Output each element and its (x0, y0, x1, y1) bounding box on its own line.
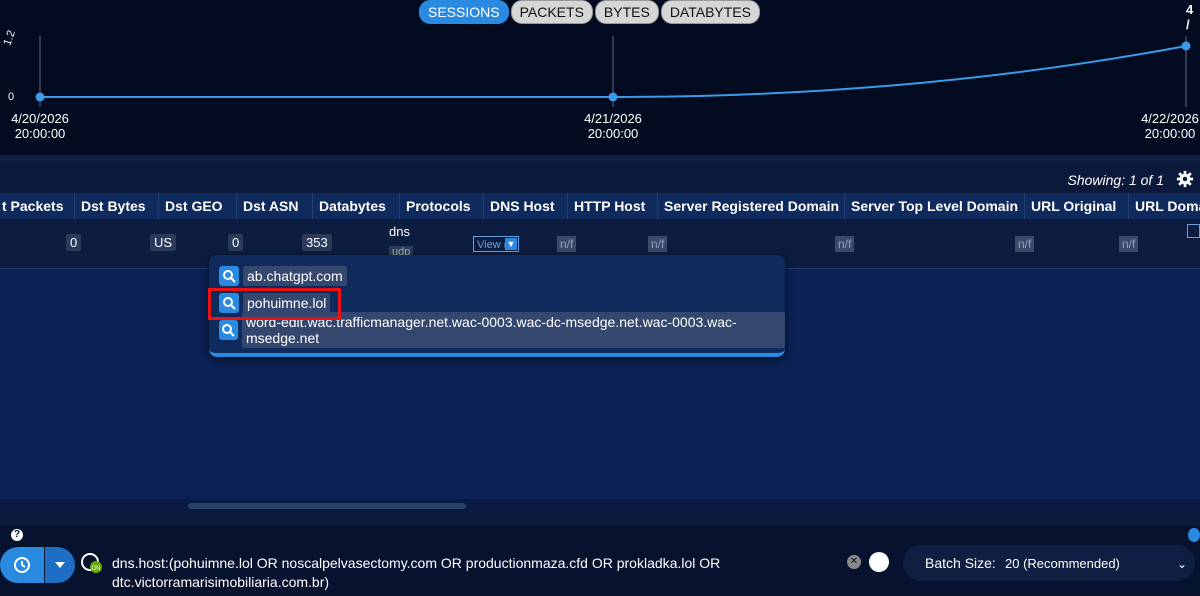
cell-url-original[interactable]: n/f (1119, 236, 1139, 252)
query-status-icon[interactable]: ON (80, 552, 104, 574)
collapse-icon[interactable] (1188, 528, 1200, 542)
batch-size-select[interactable]: Batch Size: 20 (Recommended) ⌄ (903, 545, 1195, 581)
column-dns-host[interactable]: DNS Host (484, 193, 568, 219)
dns-host-view-button[interactable]: View ( ▼ (473, 236, 519, 252)
search-icon[interactable] (219, 266, 239, 286)
cell-databytes[interactable]: 353 (302, 234, 332, 251)
horizontal-scrollbar[interactable] (0, 500, 1200, 514)
column-dst-geo[interactable]: Dst GEO (159, 193, 237, 219)
data-point[interactable] (35, 92, 45, 102)
clear-icon[interactable]: ✕ (847, 555, 861, 569)
x-tick-time: 20:00:00 (587, 126, 639, 141)
chevron-down-icon (55, 562, 65, 568)
search-icon[interactable] (219, 320, 238, 340)
batch-size-value[interactable]: 20 (Recommended) (1005, 556, 1120, 571)
column-dst-bytes[interactable]: Dst Bytes (75, 193, 159, 219)
x-tick-date: 4/20/2026 (11, 111, 69, 126)
history-icon (14, 557, 30, 573)
cell-dst-asn[interactable]: 0 (228, 234, 244, 251)
gear-icon[interactable] (1176, 170, 1194, 188)
x-tick-label: 4/20/2026 20:00:00 (0, 111, 80, 141)
column-server-registered-domain[interactable]: Server Registered Domain (658, 193, 845, 219)
divider (0, 155, 1200, 163)
cell-server-registered-domain[interactable]: n/f (835, 236, 855, 252)
sessions-chart: SESSIONS PACKETS BYTES DATABYTES 4 / 1.2… (0, 0, 1200, 155)
history-button[interactable] (0, 547, 44, 583)
cell-http-host[interactable]: n/f (648, 236, 668, 252)
chevron-down-icon: ⌄ (1176, 557, 1187, 571)
cell-server-top-level-domain[interactable]: n/f (1015, 236, 1035, 252)
column-url-original[interactable]: URL Original (1025, 193, 1129, 219)
search-input[interactable]: dns.host:(pohuimne.lol OR noscalpelvasec… (112, 554, 732, 592)
data-point[interactable] (608, 92, 618, 102)
cell-dst-geo[interactable]: US (150, 234, 177, 251)
column-http-host[interactable]: HTTP Host (568, 193, 658, 219)
showing-count: Showing: 1 of 1 (1067, 172, 1164, 188)
column-dst-asn[interactable]: Dst ASN (237, 193, 313, 219)
help-icon[interactable]: ? (11, 529, 23, 541)
dropdown-item[interactable]: word-edit.wac.trafficmanager.net.wac-000… (219, 312, 785, 348)
y-tick-label: 0 (8, 91, 15, 103)
chevron-down-icon: ▼ (505, 238, 517, 250)
x-tick-time: 20:00:00 (14, 126, 66, 141)
column-dst-packets[interactable]: t Packets (0, 193, 75, 219)
batch-size-label: Batch Size: (925, 555, 996, 571)
view-label: View ( (477, 239, 508, 251)
wrench-icon[interactable] (869, 552, 889, 572)
column-databytes[interactable]: Databytes (313, 193, 400, 219)
scrollbar-thumb[interactable] (188, 503, 466, 509)
data-point[interactable] (1181, 41, 1191, 51)
cell-http-host[interactable]: n/f (557, 236, 577, 252)
x-tick-label: 4/22/2026 20:00:00 (1130, 111, 1200, 141)
x-tick-date: 4/21/2026 (584, 111, 642, 126)
highlight-box (208, 288, 341, 320)
x-tick-time: 20:00:00 (1144, 126, 1196, 141)
cell-protocol[interactable]: dns (389, 224, 410, 239)
x-tick-label: 4/21/2026 20:00:00 (573, 111, 653, 141)
column-url-domain[interactable]: URL Doma (1129, 193, 1200, 219)
table-header: t Packets Dst Bytes Dst GEO Dst ASN Data… (0, 193, 1200, 219)
x-tick-date: 4/22/2026 (1141, 111, 1199, 126)
column-server-top-level-domain[interactable]: Server Top Level Domain (845, 193, 1025, 219)
dropdown-item[interactable]: ab.chatgpt.com (219, 265, 347, 287)
dropdown-item-label[interactable]: ab.chatgpt.com (243, 266, 347, 286)
svg-text:ON: ON (92, 566, 101, 572)
expand-icon[interactable] (1187, 224, 1200, 238)
column-protocols[interactable]: Protocols (400, 193, 484, 219)
cell-dst-packets[interactable]: 0 (66, 234, 82, 251)
